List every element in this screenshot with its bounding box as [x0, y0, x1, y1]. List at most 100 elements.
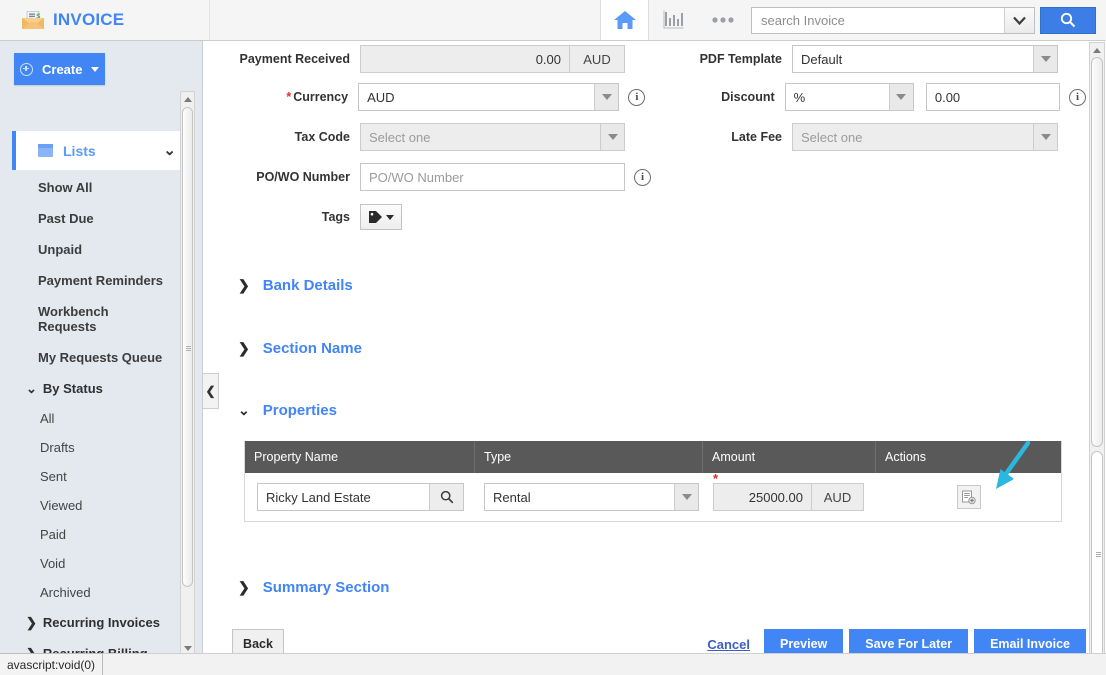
sidebar-item-workbench-requests[interactable]: Workbench Requests	[0, 296, 202, 342]
property-name-value: Ricky Land Estate	[266, 489, 371, 505]
section-bank-details[interactable]: ❯ Bank Details	[238, 277, 353, 294]
property-type-value: Rental	[493, 489, 531, 505]
add-document-icon[interactable]	[956, 485, 981, 509]
create-button[interactable]: Create	[14, 53, 106, 85]
po-wo-number-label: PO/WO Number	[256, 170, 350, 184]
sidebar-item-sent[interactable]: Sent	[0, 462, 202, 491]
chevron-down-icon[interactable]	[674, 484, 698, 510]
sidebar-item-paid[interactable]: Paid	[0, 520, 202, 549]
sidebar-item-all[interactable]: All	[0, 404, 202, 433]
section-properties[interactable]: ⌄ Properties	[238, 402, 337, 419]
discount-info-icon[interactable]: i	[1069, 88, 1086, 106]
scroll-down-arrow-icon[interactable]	[181, 641, 194, 653]
sidebar-item-label: My Requests Queue	[38, 350, 163, 365]
section-summary-label: Summary Section	[262, 579, 390, 596]
section-section-name[interactable]: ❯ Section Name	[238, 340, 362, 357]
sidebar-group-label: Recurring Billing	[43, 646, 148, 653]
calendar-icon	[38, 144, 53, 157]
property-name-input[interactable]: Ricky Land Estate	[257, 483, 464, 511]
status-bar-text: avascript:void(0)	[7, 657, 96, 672]
column-header-property-name: Property Name	[245, 441, 475, 473]
main-scrollbar-thumb[interactable]	[1091, 451, 1103, 659]
pdf-template-select[interactable]: Default	[792, 45, 1058, 73]
bar-chart-icon[interactable]	[649, 0, 698, 40]
sidebar-item-show-all[interactable]: Show All	[0, 172, 202, 203]
late-fee-select[interactable]: Select one	[792, 123, 1058, 151]
discount-type-select[interactable]: %	[784, 83, 914, 111]
chevron-down-icon[interactable]	[888, 84, 913, 110]
main-scrollbar[interactable]	[1089, 42, 1105, 674]
search-input[interactable]	[752, 7, 1004, 33]
sidebar-item-lists[interactable]: Lists ⌄	[12, 131, 190, 170]
currency-select[interactable]: AUD	[358, 83, 620, 111]
scroll-up-arrow-icon[interactable]	[181, 92, 194, 106]
search-box	[751, 6, 1035, 34]
chevron-down-icon[interactable]	[1004, 7, 1034, 33]
scrollbar-grip-icon	[1095, 552, 1101, 557]
chevron-right-icon: ❯	[26, 614, 37, 630]
discount-amount-value: 0.00	[934, 89, 961, 105]
pdf-template-label: PDF Template	[699, 52, 782, 66]
tax-code-label: Tax Code	[294, 130, 350, 144]
sidebar-item-viewed[interactable]: Viewed	[0, 491, 202, 520]
brand-area: $ INVOICE	[0, 0, 210, 40]
section-bank-details-label: Bank Details	[262, 277, 353, 294]
sidebar-group-by-status[interactable]: ⌄ By Status	[0, 373, 202, 404]
sidebar-scrollbar-thumb[interactable]	[182, 107, 193, 587]
chevron-down-icon: ⌄	[26, 380, 37, 396]
caret-down-icon	[386, 214, 394, 220]
cancel-link[interactable]: Cancel	[707, 637, 750, 652]
scrollbar-grip-icon	[186, 346, 191, 351]
form-row-3: Tax Code Select one Late Fee Select one	[212, 117, 1086, 157]
search-icon[interactable]	[429, 484, 463, 510]
sidebar-item-unpaid[interactable]: Unpaid	[0, 234, 202, 265]
po-wo-number-info-icon[interactable]: i	[634, 168, 651, 186]
pdf-template-value: Default	[801, 51, 843, 67]
sidebar-item-drafts[interactable]: Drafts	[0, 433, 202, 462]
sidebar-item-label: Payment Reminders	[38, 273, 163, 288]
chevron-down-icon[interactable]	[1033, 124, 1057, 150]
discount-amount-field[interactable]: 0.00	[925, 83, 1060, 111]
tags-button[interactable]	[360, 204, 402, 230]
app-title: INVOICE	[53, 10, 125, 29]
sidebar-item-archived[interactable]: Archived	[0, 578, 202, 607]
sidebar-item-label: Show All	[38, 180, 93, 195]
sidebar-collapse-handle[interactable]: ❮	[203, 373, 219, 409]
chevron-down-icon[interactable]	[594, 84, 619, 110]
tax-code-select[interactable]: Select one	[360, 123, 625, 151]
payment-received-field: 0.00 AUD	[360, 45, 625, 73]
status-bar: avascript:void(0)	[0, 653, 104, 675]
sidebar-item-label: Archived	[40, 585, 91, 600]
po-wo-number-input[interactable]: PO/WO Number	[360, 163, 625, 191]
chevron-down-icon[interactable]	[1033, 46, 1057, 72]
tags-label: Tags	[321, 210, 350, 224]
property-type-select[interactable]: Rental	[484, 483, 699, 511]
late-fee-label: Late Fee	[731, 130, 782, 144]
chevron-down-icon[interactable]	[600, 124, 624, 150]
column-header-amount: Amount	[703, 441, 876, 473]
sidebar-scrollbar[interactable]	[180, 91, 195, 653]
create-button-label: Create	[42, 61, 83, 77]
currency-info-icon[interactable]: i	[628, 88, 646, 106]
sidebar-item-label: Past Due	[38, 211, 94, 226]
scroll-up-arrow-icon[interactable]	[1090, 43, 1104, 57]
currency-value: AUD	[367, 89, 395, 105]
sidebar-group-recurring-invoices[interactable]: ❯ Recurring Invoices	[0, 607, 202, 638]
chevron-right-icon: ❯	[238, 340, 250, 356]
sidebar-item-my-requests-queue[interactable]: My Requests Queue	[0, 342, 202, 373]
top-header-bar: $ INVOICE	[0, 0, 1106, 41]
search-button[interactable]	[1040, 6, 1096, 34]
sidebar-item-payment-reminders[interactable]: Payment Reminders	[0, 265, 202, 296]
section-summary[interactable]: ❯ Summary Section	[238, 579, 389, 596]
chevron-right-icon: ❯	[26, 645, 37, 654]
discount-label: Discount	[721, 90, 775, 104]
property-amount-field[interactable]: 25000.00 AUD	[713, 483, 864, 511]
sidebar-group-recurring-billing[interactable]: ❯ Recurring Billing	[0, 638, 202, 654]
home-icon[interactable]	[600, 0, 649, 40]
sidebar-item-void[interactable]: Void	[0, 549, 202, 578]
sidebar-item-label: Drafts	[40, 440, 75, 455]
properties-table-header: Property Name Type Amount Actions	[245, 441, 1061, 473]
three-dots-icon[interactable]	[698, 0, 747, 40]
sidebar-item-past-due[interactable]: Past Due	[0, 203, 202, 234]
main-scrollbar-thumb-upper[interactable]	[1091, 57, 1103, 447]
